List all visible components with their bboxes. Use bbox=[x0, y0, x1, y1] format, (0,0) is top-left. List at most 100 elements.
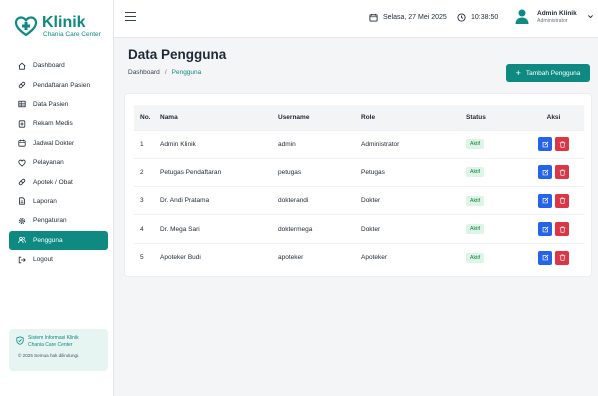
brand[interactable]: Klinik Chania Care Center bbox=[14, 14, 101, 39]
logout-icon bbox=[18, 256, 26, 263]
cell-role: Apoteker bbox=[361, 242, 466, 272]
cell-role: Dokter bbox=[361, 186, 466, 215]
column-header-no: No. bbox=[140, 113, 151, 121]
cell-nama: Petugas Pendaftaran bbox=[160, 157, 278, 187]
sidebar-item-label: Dashboard bbox=[33, 62, 65, 70]
cell-actions bbox=[523, 157, 584, 187]
cell-status: Aktif bbox=[466, 129, 523, 159]
system-info-subtitle: Chania Care Center bbox=[28, 342, 73, 348]
time-text: 10:38:50 bbox=[471, 14, 499, 21]
cell-nama: Dr. Andi Pratama bbox=[160, 186, 278, 215]
cell-no: 1 bbox=[134, 129, 160, 159]
home-icon bbox=[18, 62, 26, 70]
pill-icon bbox=[18, 178, 26, 186]
cell-status: Aktif bbox=[466, 186, 523, 215]
system-info-title: Sistem Informasi Klinik bbox=[28, 335, 79, 341]
column-header-username: Username bbox=[278, 113, 310, 121]
sidebar-item-logout[interactable]: Logout bbox=[9, 250, 108, 269]
plus-icon: + bbox=[515, 67, 521, 78]
sidebar-item-pelayanan[interactable]: Pelayanan bbox=[9, 153, 108, 172]
sidebar-item-dashboard[interactable]: Dashboard bbox=[9, 56, 108, 75]
copyright-text: © 2025 Semua hak dilindungi. bbox=[18, 353, 80, 358]
breadcrumb-dashboard[interactable]: Dashboard bbox=[128, 69, 160, 76]
app-name: Klinik bbox=[42, 14, 86, 31]
pill-icon bbox=[18, 81, 26, 89]
cell-actions bbox=[523, 214, 584, 244]
sidebar-item-pengaturan[interactable]: Pengaturan bbox=[9, 211, 108, 230]
cell-no: 3 bbox=[134, 186, 160, 215]
sidebar-item-label: Laporan bbox=[33, 197, 57, 205]
table-row: 2 Petugas Pendaftaran petugas Petugas Ak… bbox=[134, 157, 584, 187]
edit-icon bbox=[542, 226, 548, 232]
cell-nama: Dr. Mega Sari bbox=[160, 214, 278, 244]
user-name: Admin Klinik bbox=[537, 9, 577, 17]
app-subtitle: Chania Care Center bbox=[43, 31, 101, 38]
sidebar-item-label: Rekam Medis bbox=[33, 120, 73, 128]
current-date: Selasa, 27 Mei 2025 bbox=[369, 13, 447, 22]
status-badge: Aktif bbox=[466, 139, 485, 150]
edit-button[interactable] bbox=[538, 193, 552, 208]
cell-username: doktermega bbox=[278, 214, 361, 244]
edit-button[interactable] bbox=[538, 250, 552, 265]
table-row: 1 Admin Klinik admin Administrator Aktif bbox=[134, 129, 584, 159]
status-badge: Aktif bbox=[466, 224, 485, 235]
sidebar-item-label: Pelayanan bbox=[33, 159, 64, 167]
delete-button[interactable] bbox=[555, 222, 569, 237]
sidebar-item-apotek-obat[interactable]: Apotek / Obat bbox=[9, 172, 108, 191]
cell-nama: Admin Klinik bbox=[160, 129, 278, 159]
sidebar-item-label: Pengguna bbox=[33, 236, 63, 244]
cell-no: 4 bbox=[134, 214, 160, 244]
page-title: Data Pengguna bbox=[128, 47, 227, 62]
user-menu[interactable]: Admin Klinik Administrator bbox=[514, 8, 594, 24]
cell-username: petugas bbox=[278, 157, 361, 187]
edit-icon bbox=[542, 141, 548, 147]
system-info-card: Sistem Informasi Klinik Chania Care Cent… bbox=[9, 329, 108, 371]
trash-icon bbox=[559, 197, 565, 204]
delete-button[interactable] bbox=[555, 250, 569, 265]
users-table: No. Nama Username Role Status Aksi 1 Adm… bbox=[134, 105, 584, 272]
cell-role: Petugas bbox=[361, 157, 466, 187]
document-icon bbox=[19, 197, 25, 206]
heart-icon bbox=[18, 159, 26, 167]
table-icon bbox=[18, 101, 26, 108]
sidebar-item-laporan[interactable]: Laporan bbox=[9, 192, 108, 211]
calendar-icon bbox=[369, 13, 378, 22]
cell-role: Administrator bbox=[361, 129, 466, 159]
add-user-button[interactable]: + Tambah Pengguna bbox=[506, 64, 590, 82]
edit-button[interactable] bbox=[538, 222, 552, 237]
edit-icon bbox=[542, 254, 548, 261]
sidebar-item-label: Logout bbox=[33, 256, 53, 264]
cell-no: 2 bbox=[134, 157, 160, 187]
chevron-down-icon bbox=[587, 14, 593, 18]
sidebar-item-data-pasien[interactable]: Data Pasien bbox=[9, 95, 108, 114]
sidebar-item-pendaftaran-pasien[interactable]: Pendaftaran Pasien bbox=[9, 75, 108, 94]
delete-button[interactable] bbox=[555, 193, 569, 208]
column-header-status: Status bbox=[466, 113, 486, 121]
edit-button[interactable] bbox=[538, 165, 552, 180]
sidebar-menu: Dashboard Pendaftaran Pasien Data Pasien… bbox=[9, 56, 108, 269]
status-badge: Aktif bbox=[466, 252, 485, 263]
cell-username: apoteker bbox=[278, 242, 361, 272]
column-header-role: Role bbox=[361, 113, 376, 121]
user-role: Administrator bbox=[537, 17, 568, 24]
edit-icon bbox=[542, 197, 548, 204]
avatar bbox=[515, 9, 529, 24]
medical-record-icon bbox=[18, 120, 26, 128]
column-header-aksi: Aksi bbox=[546, 113, 561, 121]
table-header-row: No. Nama Username Role Status Aksi bbox=[134, 105, 584, 130]
breadcrumb: Dashboard / Pengguna bbox=[128, 69, 201, 76]
sidebar-item-label: Data Pasien bbox=[33, 100, 69, 108]
clinic-logo-icon bbox=[14, 16, 38, 37]
sidebar-item-rekam-medis[interactable]: Rekam Medis bbox=[9, 114, 108, 133]
delete-button[interactable] bbox=[555, 165, 569, 180]
delete-button[interactable] bbox=[555, 137, 569, 152]
status-badge: Aktif bbox=[466, 195, 485, 206]
trash-icon bbox=[559, 141, 565, 148]
sidebar-item-jadwal-dokter[interactable]: Jadwal Dokter bbox=[9, 134, 108, 153]
edit-button[interactable] bbox=[538, 137, 552, 152]
menu-toggle-icon[interactable] bbox=[125, 12, 136, 22]
sidebar-item-pengguna[interactable]: Pengguna bbox=[9, 230, 108, 250]
cell-actions bbox=[523, 129, 584, 159]
edit-icon bbox=[542, 169, 548, 176]
table-row: 5 Apoteker Budi apoteker Apoteker Aktif bbox=[134, 242, 584, 272]
